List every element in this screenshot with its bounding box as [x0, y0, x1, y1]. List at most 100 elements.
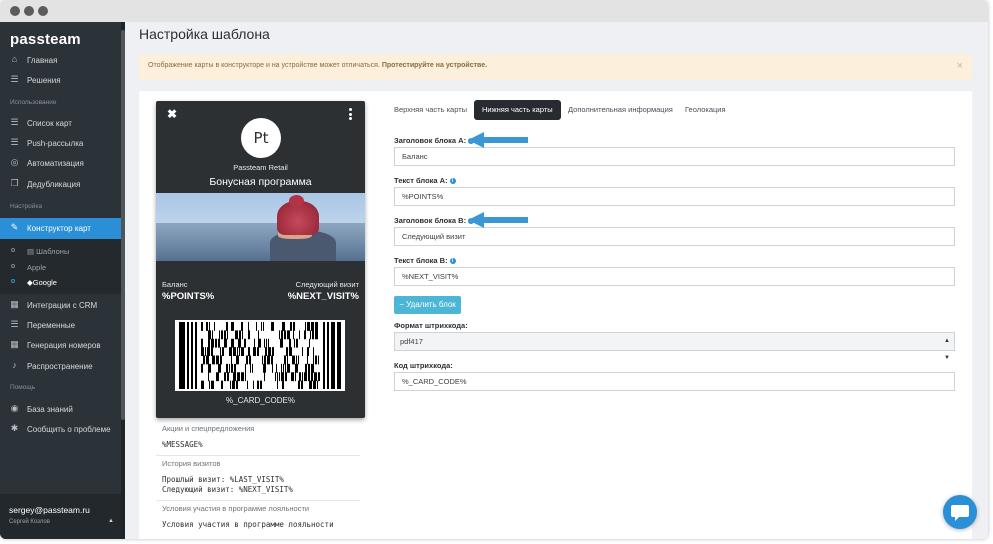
sidebar-submenu: ▤ Шаблоны Apple ◆Google — [0, 239, 125, 294]
sidebar-subitem-label: ▤ Шаблоны — [27, 247, 70, 256]
close-window-icon[interactable] — [10, 6, 20, 16]
sidebar-subitem-templates[interactable]: ▤ Шаблоны — [0, 244, 125, 258]
info-icon[interactable]: i — [449, 258, 456, 264]
sidebar-item-report-problem[interactable]: ✱ Сообщить о проблеме — [0, 419, 125, 439]
barcode-code-label: Код штрихкода: — [394, 361, 453, 370]
logo[interactable]: passteam — [10, 31, 81, 48]
block-a-text-input[interactable]: %POINTS% — [394, 187, 955, 206]
barcode-image — [179, 322, 341, 389]
sidebar-subitem-label: Apple — [27, 263, 47, 272]
automation-icon: ◎ — [10, 157, 19, 167]
list-icon: ☰ — [10, 74, 19, 84]
divider — [156, 455, 360, 456]
sidebar-item-home[interactable]: ⌂ Главная — [0, 50, 125, 70]
close-icon[interactable]: ✖ — [167, 107, 177, 121]
brush-icon: ✎ — [10, 222, 19, 232]
sidebar-subitem-google[interactable]: ◆Google — [0, 275, 125, 289]
card-field-a-value: %POINTS% — [162, 291, 215, 302]
sidebar-item-knowledge-base[interactable]: ◉ База знаний — [0, 399, 125, 419]
list-icon: ☰ — [10, 117, 19, 127]
section-settings: Настройка — [10, 203, 42, 210]
block-a-title-label: Заголовок блока A:i — [394, 136, 475, 145]
barcode-format-label: Формат штрихкода: — [394, 321, 468, 330]
sidebar-item-distribution[interactable]: ♪ Распространение — [0, 356, 125, 376]
sidebar-item-label: Интеграции с CRM — [27, 301, 98, 310]
card-field-b-label: Следующий визит — [295, 280, 359, 289]
sidebar-item-crm[interactable]: ▦ Интеграции с CRM — [0, 295, 125, 315]
caret-up-icon[interactable]: ▲ — [108, 518, 114, 524]
close-icon[interactable]: × — [957, 60, 963, 72]
tab-bottom-part[interactable]: Нижняя часть карты — [474, 100, 561, 120]
home-icon: ⌂ — [11, 54, 18, 64]
barcode — [175, 320, 345, 391]
sidebar-item-label: Решения — [27, 76, 61, 85]
more-vertical-icon[interactable] — [349, 108, 352, 122]
bell-icon: ♪ — [12, 360, 17, 370]
section-usage: Использование — [10, 99, 57, 106]
list-icon: ☰ — [10, 319, 19, 329]
sidebar-item-label: Список карт — [27, 119, 72, 128]
back-field-label: Условия участия в программе лояльности — [162, 504, 310, 513]
sidebar-item-number-gen[interactable]: ▦ Генерация номеров — [0, 335, 125, 355]
card-org-name: Passteam Retail — [233, 163, 288, 172]
block-b-text-input[interactable]: %NEXT_VISIT% — [394, 267, 955, 286]
tab-additional-info[interactable]: Дополнительная информация — [568, 100, 673, 120]
sidebar-item-dedup[interactable]: ❐ Дедубликация — [0, 174, 125, 194]
sidebar-item-automation[interactable]: ◎ Автоматизация — [0, 153, 125, 173]
sidebar-item-card-list[interactable]: ☰ Список карт — [0, 113, 125, 133]
copy-icon: ❐ — [10, 178, 19, 188]
barcode-code-input[interactable]: %_CARD_CODE% — [394, 372, 955, 391]
card-logo: Pt — [241, 118, 281, 158]
sidebar-item-label: Сообщить о проблеме — [27, 425, 111, 434]
minimize-window-icon[interactable] — [24, 6, 34, 16]
sidebar-item-label: Дедубликация — [27, 180, 81, 189]
block-b-title-label: Заголовок блока B:i — [394, 216, 475, 225]
annotation-arrow-icon — [468, 132, 528, 148]
barcode-format-select[interactable]: pdf417 ▲ ▼ — [394, 332, 955, 361]
sidebar-item-variables[interactable]: ☰ Переменные — [0, 315, 125, 335]
info-icon[interactable]: i — [449, 178, 456, 184]
block-a-text-label: Текст блока A: i — [394, 176, 456, 185]
globe-icon: ◉ — [10, 403, 19, 413]
tab-geolocation[interactable]: Геолокация — [685, 100, 726, 120]
maximize-window-icon[interactable] — [38, 6, 48, 16]
card-field-a-label: Баланс — [162, 280, 188, 289]
sidebar-scrollbar-thumb[interactable] — [121, 30, 125, 420]
divider — [156, 500, 360, 501]
tab-top-part[interactable]: Верхняя часть карты — [394, 100, 467, 120]
user-name: Сергей Козлов — [9, 519, 50, 525]
bullet-icon — [11, 279, 15, 283]
chat-icon — [951, 505, 969, 521]
sidebar-item-solutions[interactable]: ☰ Решения — [0, 70, 125, 90]
test-on-device-link[interactable]: Протестируйте на устройстве. — [382, 62, 487, 69]
sidebar-item-card-builder[interactable]: ✎ Конструктор карт — [0, 218, 125, 239]
back-field-value: Прошлый визит: %LAST_VISIT% Следующий виз… — [162, 475, 293, 494]
sidebar-item-label: Автоматизация — [27, 159, 84, 168]
bullet-icon — [11, 264, 15, 268]
app-window: passteam ⌂ Главная ☰ Решения Использован… — [0, 0, 988, 539]
chat-button[interactable] — [943, 495, 977, 529]
alert-text: Отображение карты в конструкторе и на ус… — [148, 62, 488, 69]
sidebar: passteam ⌂ Главная ☰ Решения Использован… — [0, 22, 125, 539]
user-menu[interactable]: sergey@passteam.ru Сергей Козлов ▲ — [0, 494, 125, 539]
select-arrows-icon: ▲ ▼ — [944, 338, 950, 361]
grid-icon: ▦ — [10, 299, 19, 309]
card-program-name: Бонусная программа — [209, 176, 312, 188]
annotation-arrow-icon — [468, 212, 528, 228]
delete-block-button[interactable]: − Удалить блок — [394, 296, 461, 314]
card-field-b-value: %NEXT_VISIT% — [287, 291, 359, 302]
bullet-icon — [11, 248, 15, 252]
user-email: sergey@passteam.ru — [9, 505, 90, 515]
sidebar-item-label: База знаний — [27, 405, 73, 414]
card-code: %_CARD_CODE% — [226, 396, 295, 405]
sidebar-item-push[interactable]: ☰ Push-рассылка — [0, 133, 125, 153]
sidebar-item-label: Главная — [27, 56, 58, 65]
page-title: Настройка шаблона — [139, 26, 270, 42]
sidebar-subitem-apple[interactable]: Apple — [0, 260, 125, 274]
sidebar-item-label: Распространение — [27, 362, 93, 371]
back-field-label: Акции и спецпредложения — [162, 424, 255, 433]
sidebar-item-label: Генерация номеров — [27, 341, 101, 350]
push-icon: ☰ — [10, 137, 19, 147]
sidebar-subitem-label: ◆Google — [27, 278, 57, 287]
minus-icon: − — [399, 300, 404, 309]
